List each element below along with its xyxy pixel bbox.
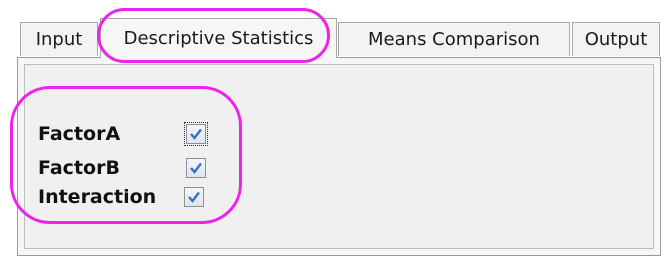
checkmark-icon	[190, 162, 202, 174]
option-row-interaction: Interaction	[38, 183, 238, 211]
tab-output[interactable]: Output	[572, 22, 660, 56]
factorb-label: FactorB	[38, 157, 120, 179]
interaction-label: Interaction	[38, 186, 157, 208]
tab-input[interactable]: Input	[20, 22, 98, 56]
option-row-factora: FactorA	[38, 120, 238, 148]
option-row-factorb: FactorB	[38, 154, 238, 182]
tab-means-comparison[interactable]: Means Comparison	[338, 22, 570, 56]
factora-label: FactorA	[38, 123, 121, 145]
tab-strip: Input Descriptive Statistics Means Compa…	[20, 18, 660, 58]
checkmark-icon	[190, 128, 202, 140]
tab-descriptive-statistics[interactable]: Descriptive Statistics	[100, 18, 337, 58]
interaction-checkbox[interactable]	[184, 187, 204, 207]
checkmark-icon	[188, 191, 200, 203]
factora-checkbox[interactable]	[184, 122, 208, 146]
dialog-canvas: Input Descriptive Statistics Means Compa…	[0, 0, 670, 266]
factorb-checkbox[interactable]	[186, 158, 206, 178]
